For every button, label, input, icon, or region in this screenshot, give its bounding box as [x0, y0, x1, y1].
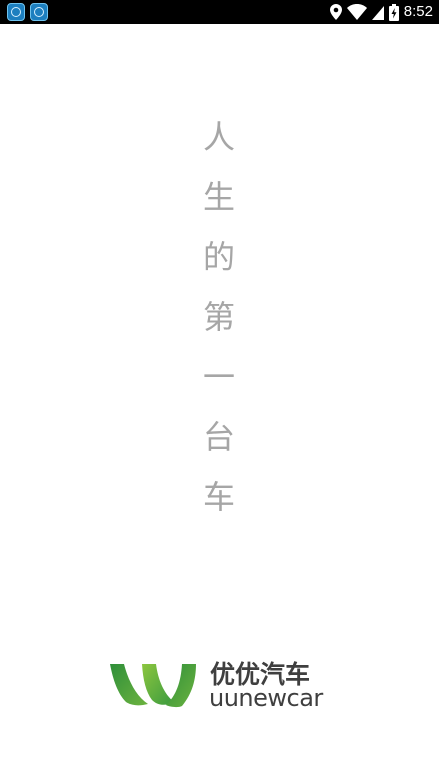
brand-name-en: uunewcar — [209, 684, 323, 712]
location-icon — [329, 4, 342, 20]
status-bar: 8:52 — [0, 0, 439, 24]
battery-icon — [388, 3, 399, 21]
slogan-char: 的 — [202, 238, 235, 276]
app-notification-icon — [30, 3, 48, 21]
status-time: 8:52 — [403, 3, 433, 20]
slogan-char: 一 — [202, 358, 235, 396]
slogan-char: 生 — [202, 178, 235, 216]
brand-logo: 优优汽车 uunewcar — [108, 660, 338, 716]
signal-icon — [371, 6, 384, 20]
slogan-char: 第 — [202, 298, 235, 336]
slogan-char: 车 — [202, 478, 235, 516]
wifi-icon — [346, 4, 367, 20]
app-notification-icon — [7, 3, 25, 21]
slogan-char: 台 — [202, 418, 235, 456]
slogan-char: 人 — [202, 118, 235, 156]
splash-screen: 8:52 人 生 的 第 一 台 车 优优汽车 uunewcar — [0, 0, 439, 782]
status-bar-right: 8:52 — [329, 0, 433, 24]
slogan-vertical: 人 生 的 第 一 台 车 — [198, 116, 240, 536]
brand-w-logo-icon — [110, 664, 196, 708]
